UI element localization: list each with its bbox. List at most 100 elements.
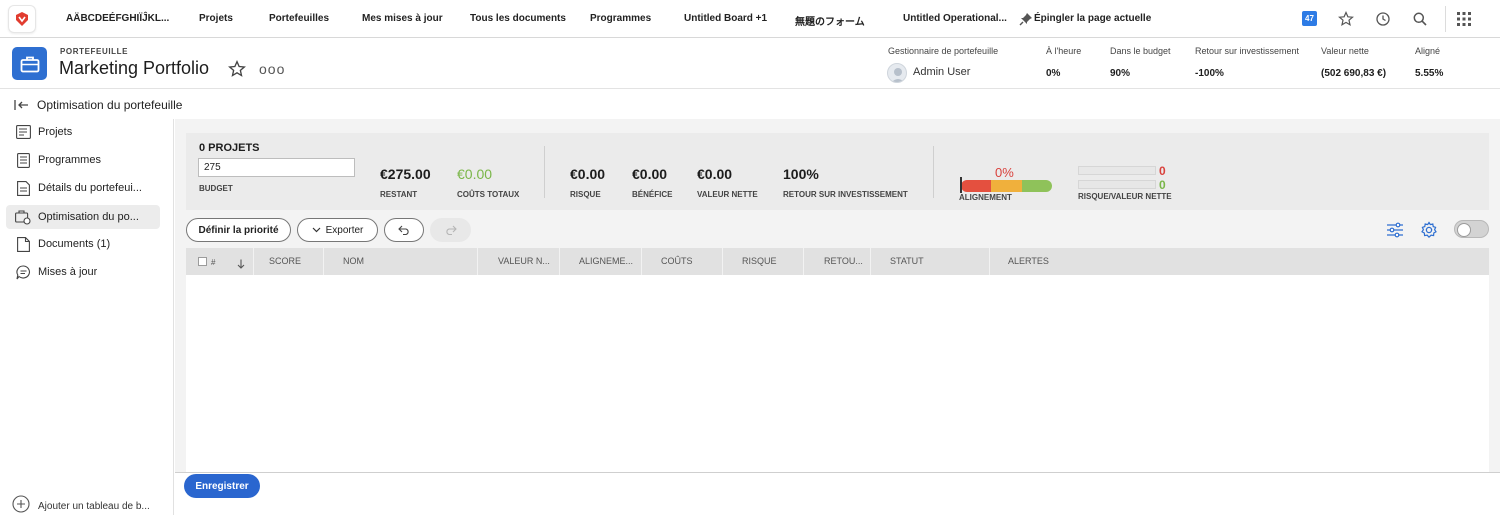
remaining-label: RESTANT — [380, 190, 418, 199]
avatar — [887, 63, 907, 83]
nav-item-all-documents[interactable]: Tous les documents — [470, 13, 566, 24]
chevron-down-icon — [312, 227, 321, 233]
favorite-star-icon[interactable] — [228, 60, 246, 83]
set-priority-button[interactable]: Définir la priorité — [186, 218, 291, 242]
stat-value-on-budget: 90% — [1110, 68, 1131, 79]
sidebar-item-programs[interactable]: Programmes — [6, 148, 160, 172]
undo-button[interactable] — [384, 218, 424, 242]
remaining-value: €275.00 — [380, 166, 431, 182]
stat-value-aligned: 5.55% — [1415, 68, 1444, 79]
summary-panel: 0 PROJETS BUDGET €275.00 RESTANT €0.00 C… — [186, 133, 1489, 210]
sidebar-item-label: Projets — [38, 126, 73, 138]
notifications-badge[interactable]: 47 — [1302, 11, 1317, 26]
column-header-risk[interactable]: RISQUE — [742, 256, 777, 266]
sidebar-item-updates[interactable]: Mises à jour — [6, 260, 160, 284]
history-clock-icon[interactable] — [1373, 9, 1393, 29]
nav-item-my-updates[interactable]: Mes mises à jour — [362, 13, 443, 24]
column-header-status[interactable]: STATUT — [890, 256, 924, 266]
column-header-score[interactable]: SCORE — [269, 256, 301, 266]
redo-icon — [444, 225, 457, 235]
favorites-star-icon[interactable] — [1336, 9, 1356, 29]
budget-input[interactable] — [198, 158, 355, 177]
column-separator — [870, 248, 871, 275]
updates-icon — [14, 263, 32, 281]
column-separator — [641, 248, 642, 275]
panel-divider — [933, 146, 934, 198]
portfolio-kicker: PORTEFEUILLE — [60, 47, 129, 56]
optimization-icon — [14, 208, 32, 226]
save-button[interactable]: Enregistrer — [184, 474, 260, 498]
roi-label: RETOUR SUR INVESTISSEMENT — [783, 190, 908, 199]
column-header-costs[interactable]: COÛTS — [661, 256, 693, 266]
nav-item-untitled-form[interactable]: 無題のフォーム — [795, 13, 865, 28]
nav-item-portfolios[interactable]: Portefeuilles — [269, 13, 329, 24]
stat-label-aligned: Aligné — [1415, 46, 1441, 56]
nav-item-programs[interactable]: Programmes — [590, 13, 651, 24]
budget-label: BUDGET — [199, 184, 233, 193]
footer-bar — [175, 472, 1500, 515]
sidebar-item-label: Documents (1) — [38, 238, 111, 250]
alignment-label: ALIGNEMENT — [959, 193, 1012, 202]
net-value-label: VALEUR NETTE — [697, 190, 758, 199]
nav-item-pin-page[interactable]: Épingler la page actuelle — [1034, 13, 1151, 24]
search-icon[interactable] — [1410, 9, 1430, 29]
column-separator — [559, 248, 560, 275]
apps-grid-icon[interactable] — [1454, 9, 1474, 29]
pin-icon[interactable] — [1016, 9, 1036, 29]
nav-item-untitled-board[interactable]: Untitled Board +1 — [684, 13, 767, 24]
redo-button[interactable] — [430, 218, 471, 242]
panel-divider — [544, 146, 545, 198]
stat-value-on-time: 0% — [1046, 68, 1061, 79]
view-toggle[interactable] — [1454, 220, 1489, 238]
document-icon — [14, 235, 32, 253]
stat-value-roi: -100% — [1195, 68, 1224, 79]
settings-gear-icon[interactable] — [1418, 219, 1440, 241]
stat-value-net-value: (502 690,83 €) — [1321, 68, 1387, 79]
stat-label-on-budget: Dans le budget — [1110, 46, 1171, 56]
alignment-gauge-green — [1022, 180, 1052, 192]
grid-body — [186, 275, 1489, 472]
undo-icon — [397, 225, 411, 235]
column-separator — [722, 248, 723, 275]
nav-item-alphabet[interactable]: AÄBCDEÉFGHIÏĴKL... — [66, 13, 169, 24]
sidebar-item-label: Programmes — [38, 154, 101, 166]
sidebar-item-optimization[interactable]: Optimisation du po... — [6, 205, 160, 229]
column-header-return[interactable]: RETOU... — [824, 256, 863, 266]
sidebar-item-projects[interactable]: Projets — [6, 120, 160, 144]
workfront-logo-icon[interactable] — [8, 5, 36, 33]
benefit-value: €0.00 — [632, 166, 668, 182]
column-header-number[interactable]: # — [211, 258, 215, 267]
top-navigation-bar: AÄBCDEÉFGHIÏĴKL... Projets Portefeuilles… — [0, 0, 1500, 38]
sidebar-item-documents[interactable]: Documents (1) — [6, 232, 160, 256]
section-title: Optimisation du portefeuille — [37, 98, 183, 112]
benefit-label: BÉNÉFICE — [632, 190, 673, 199]
manager-name[interactable]: Admin User — [913, 66, 970, 78]
sidebar-item-label: Optimisation du po... — [38, 211, 139, 223]
add-dashboard-label: Ajouter un tableau de b... — [38, 501, 150, 512]
risk-label: RISQUE — [570, 190, 601, 199]
column-separator — [323, 248, 324, 275]
column-separator — [253, 248, 254, 275]
risk-bar — [1078, 166, 1156, 175]
stat-label-roi: Retour sur investissement — [1195, 46, 1300, 56]
column-header-alignment[interactable]: ALIGNEME... — [579, 256, 633, 266]
filter-sliders-icon[interactable] — [1384, 219, 1406, 241]
column-header-alerts[interactable]: ALERTES — [1008, 256, 1049, 266]
select-all-checkbox[interactable] — [198, 257, 207, 266]
column-header-net-value[interactable]: VALEUR N... — [498, 256, 550, 266]
sort-arrow-down-icon[interactable] — [237, 256, 245, 274]
sidebar-item-details[interactable]: Détails du portefeui... — [6, 176, 160, 200]
alignment-gauge-orange — [991, 180, 1022, 192]
more-options-button[interactable]: ooo — [259, 61, 285, 77]
alignment-gauge-marker — [960, 177, 962, 193]
nav-item-projects[interactable]: Projets — [199, 13, 233, 24]
topbar-divider — [1445, 6, 1446, 32]
column-separator — [477, 248, 478, 275]
export-button[interactable]: Exporter — [297, 218, 378, 242]
risk-number: 0 — [1159, 164, 1166, 178]
column-header-name[interactable]: NOM — [343, 256, 364, 266]
collapse-sidebar-icon[interactable] — [14, 98, 30, 116]
stat-label-on-time: À l'heure — [1046, 46, 1082, 56]
net-number: 0 — [1159, 178, 1166, 192]
nav-item-untitled-operational[interactable]: Untitled Operational... — [903, 13, 1007, 24]
